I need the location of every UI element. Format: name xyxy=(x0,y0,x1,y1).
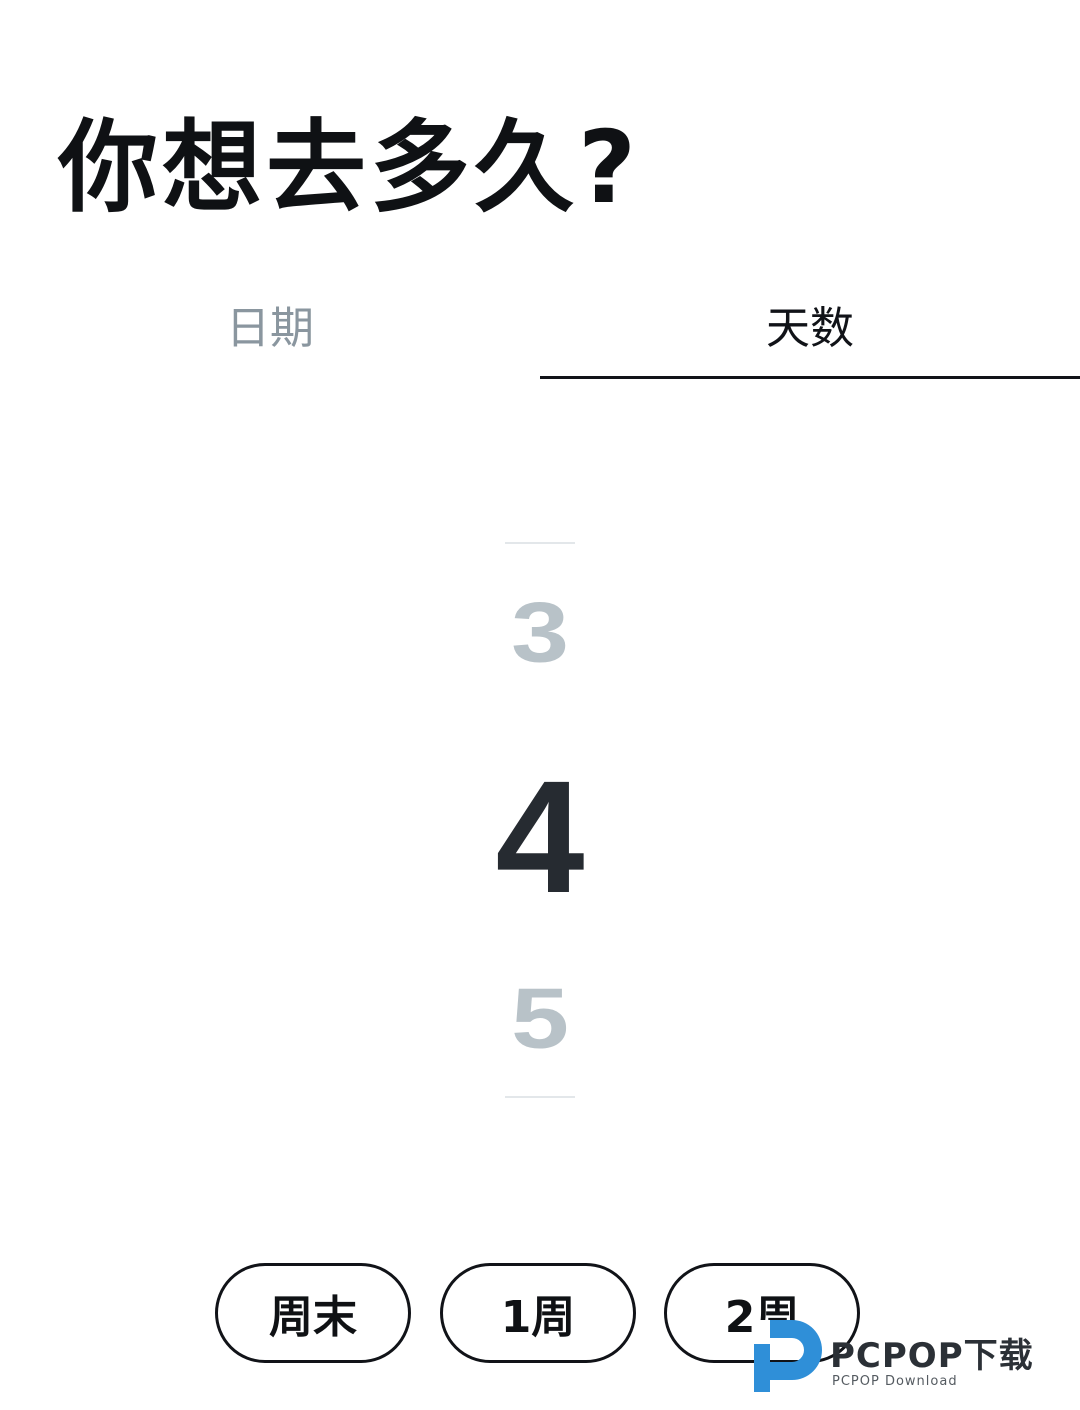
site-watermark: PCPOP下载 PCPOP Download xyxy=(752,1316,1080,1398)
page-title: 你想去多久? xyxy=(58,109,641,226)
one-week-option-button[interactable]: 1周 xyxy=(440,1263,636,1363)
picker-option-previous[interactable]: 3 xyxy=(390,580,690,687)
watermark-brand-text: PCPOP下载 xyxy=(830,1336,1034,1376)
picker-option-selected[interactable]: 4 xyxy=(390,742,690,932)
tab-active-indicator xyxy=(540,376,1080,379)
watermark-subtitle-text: PCPOP Download xyxy=(832,1374,958,1389)
pcpop-logo-icon xyxy=(754,1320,822,1392)
weekend-option-button[interactable]: 周末 xyxy=(215,1263,411,1363)
picker-fade-bottom xyxy=(505,1096,575,1098)
picker-option-next[interactable]: 5 xyxy=(390,966,690,1073)
days-picker-wheel[interactable]: 3 4 5 xyxy=(390,520,690,1120)
tab-days[interactable]: 天数 xyxy=(540,290,1080,378)
tab-date[interactable]: 日期 xyxy=(0,290,540,378)
picker-fade-top xyxy=(505,542,575,544)
mode-tabs: 日期 天数 xyxy=(0,290,1080,380)
